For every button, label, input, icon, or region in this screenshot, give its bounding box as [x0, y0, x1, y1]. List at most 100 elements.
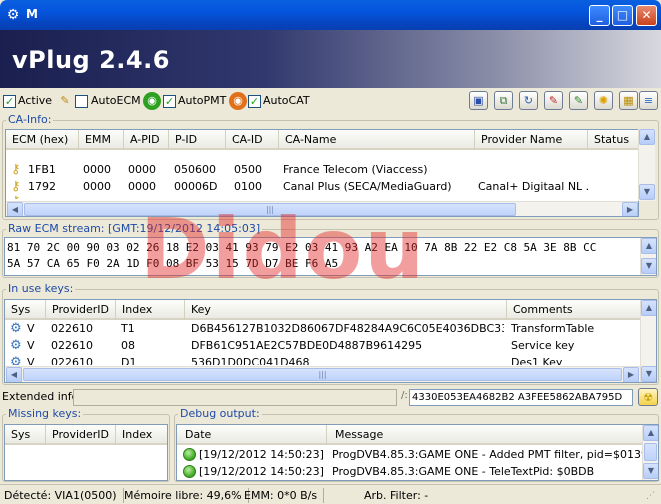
scroll-thumb[interactable]: |||: [23, 368, 622, 381]
key-cell: D6B456127B1032D86067DF48284A9C6C05E4036D…: [191, 322, 504, 335]
table-row[interactable]: ⚷ 1792 0000 0000 00006D 0100 Canal Plus …: [6, 178, 638, 195]
debug-output-table[interactable]: Date Message [19/12/2012 14:50:23] ProgD…: [176, 424, 659, 481]
scroll-up-button[interactable]: ▲: [641, 238, 656, 254]
title-bar[interactable]: ⚙ M _ □ ✕: [0, 0, 661, 30]
scroll-left-button[interactable]: ◀: [7, 202, 23, 216]
col-message[interactable]: Message: [327, 425, 642, 445]
col-sys[interactable]: Sys: [5, 300, 46, 320]
col-apid[interactable]: A-PID: [124, 130, 169, 150]
ca-info-table[interactable]: ECM (hex) EMM A-PID P-ID CA-ID CA-Name P…: [5, 129, 639, 217]
col-provider[interactable]: Provider Name: [475, 130, 588, 150]
raw-ecm-line-2: 5A 57 CA 65 F0 2A 1D F0 08 BF 53 15 7D D…: [7, 257, 339, 270]
provider-cell: Canal+ Digitaal NL ...: [478, 180, 588, 193]
col-providerid[interactable]: ProviderID: [46, 425, 116, 445]
col-sys[interactable]: Sys: [5, 425, 46, 445]
info-icon[interactable]: ▦: [619, 91, 638, 110]
col-ecm[interactable]: ECM (hex): [6, 130, 79, 150]
index-cell: 08: [121, 339, 135, 352]
autopmt-checkbox[interactable]: ✓: [163, 95, 176, 108]
scroll-right-button[interactable]: ▶: [622, 202, 638, 216]
col-caname[interactable]: CA-Name: [279, 130, 475, 150]
scroll-thumb[interactable]: [644, 443, 657, 461]
app-gear-icon[interactable]: ⚙: [5, 7, 21, 23]
table-row[interactable]: ⚙ V 022610 D1 536D1D0DC041D468 Des1 Key: [5, 354, 640, 365]
date-cell: [19/12/2012 14:50:23]: [199, 448, 324, 461]
scroll-up-button[interactable]: ▲: [641, 300, 656, 316]
ca-info-vscrollbar[interactable]: ▲ ▼: [638, 129, 655, 201]
raw-ecm-stream-text[interactable]: 81 70 2C 00 90 03 02 26 18 E2 03 41 93 7…: [4, 237, 657, 276]
radiation-icon[interactable]: ☢: [638, 388, 658, 406]
pid-cell: 050600: [174, 163, 216, 176]
extended-info-value[interactable]: 4330E053EA4682B2 A3FEE5862ABA795D: [409, 389, 633, 406]
scroll-down-button[interactable]: ▼: [639, 184, 655, 200]
col-providerid[interactable]: ProviderID: [46, 300, 116, 320]
in-use-keys-table[interactable]: Sys ProviderID Index Key Comments ⚙ V 02…: [4, 299, 657, 383]
edit-green-icon[interactable]: ✎: [569, 91, 588, 110]
extended-info-field[interactable]: [73, 389, 397, 406]
close-button[interactable]: ✕: [636, 5, 657, 26]
minimize-button[interactable]: _: [589, 5, 610, 26]
col-comments[interactable]: Comments: [507, 300, 640, 320]
log-row[interactable]: [19/12/2012 14:50:23] ProgDVB4.85.3:GAME…: [177, 463, 642, 480]
comment-cell: Service key: [511, 339, 575, 352]
table-row[interactable]: ⚷ 1FB1 0000 0000 050600 0500 France Tele…: [6, 161, 638, 178]
gear-icon: ⚙: [10, 321, 22, 336]
active-label: Active: [18, 94, 53, 107]
maximize-button[interactable]: □: [612, 5, 633, 26]
scroll-down-button[interactable]: ▼: [641, 258, 656, 274]
cat-icon: ◉: [229, 92, 247, 110]
status-detected: Détecté: VIA1(0500): [4, 488, 124, 503]
scroll-down-button[interactable]: ▼: [641, 366, 656, 382]
keys-hscrollbar[interactable]: ◀ ||| ▶: [5, 366, 640, 382]
refresh-icon[interactable]: ↻: [519, 91, 538, 110]
ok-icon: [183, 465, 196, 478]
comment-cell: TransformTable: [511, 322, 595, 335]
ca-info-hscrollbar[interactable]: ◀ ||| ▶: [6, 201, 638, 216]
ca-info-title: CA-Info:: [6, 113, 54, 126]
export-icon[interactable]: ⧉: [494, 91, 513, 110]
autocat-label: AutoCAT: [263, 94, 310, 107]
col-index[interactable]: Index: [116, 300, 185, 320]
resize-grip-icon[interactable]: ⋰: [646, 491, 655, 501]
raw-ecm-timestamp: [GMT:19/12/2012 14:05:03]: [108, 222, 261, 235]
autocat-checkbox[interactable]: ✓: [248, 95, 261, 108]
col-index[interactable]: Index: [116, 425, 167, 445]
scroll-left-button[interactable]: ◀: [6, 367, 22, 382]
gear-icon: ⚙: [10, 338, 22, 353]
scroll-up-button[interactable]: ▲: [639, 129, 655, 145]
sys-cell: V: [27, 322, 35, 335]
database-icon[interactable]: ≡: [639, 91, 658, 110]
raw-ecm-label: Raw ECM stream:: [8, 222, 105, 235]
log-row[interactable]: [19/12/2012 14:50:23] ProgDVB4.85.3:GAME…: [177, 446, 642, 463]
col-pid[interactable]: P-ID: [169, 130, 226, 150]
table-row[interactable]: ⚙ V 022610 T1 D6B456127B1032D86067DF4828…: [5, 320, 640, 337]
edit-red-icon[interactable]: ✎: [544, 91, 563, 110]
extended-info-prefix: /:: [401, 390, 408, 401]
settings-icon[interactable]: ✺: [594, 91, 613, 110]
col-date[interactable]: Date: [177, 425, 327, 445]
table-row[interactable]: ⚙ V 022610 08 DFB61C951AE2C57BDE0D4887B9…: [5, 337, 640, 354]
window-title: M: [26, 7, 38, 21]
scroll-up-button[interactable]: ▲: [643, 425, 658, 441]
col-status[interactable]: Status: [588, 130, 638, 150]
col-emm[interactable]: EMM: [79, 130, 124, 150]
raw-ecm-title: Raw ECM stream: [GMT:19/12/2012 14:05:03…: [6, 222, 263, 235]
col-key[interactable]: Key: [185, 300, 507, 320]
active-checkbox[interactable]: ✓: [3, 95, 16, 108]
apid-cell: 0000: [128, 163, 156, 176]
autoecm-checkbox[interactable]: [75, 95, 88, 108]
missing-keys-title: Missing keys:: [6, 407, 84, 420]
ecm-cell: 1792: [28, 180, 56, 193]
save-icon[interactable]: ▣: [469, 91, 488, 110]
scroll-down-button[interactable]: ▼: [643, 463, 658, 479]
missing-keys-table[interactable]: Sys ProviderID Index: [4, 424, 168, 481]
col-caid[interactable]: CA-ID: [226, 130, 279, 150]
index-cell: D1: [121, 356, 137, 365]
key-cell: 536D1D0DC041D468: [191, 356, 310, 365]
keys-vscrollbar[interactable]: ▲ ▼: [640, 300, 656, 382]
raw-ecm-line-1: 81 70 2C 00 90 03 02 26 18 E2 03 41 93 7…: [7, 241, 597, 254]
scroll-right-button[interactable]: ▶: [623, 367, 639, 382]
scroll-thumb[interactable]: |||: [24, 203, 516, 216]
debug-vscrollbar[interactable]: ▲ ▼: [642, 425, 658, 480]
raw-ecm-vscrollbar[interactable]: ▲ ▼: [640, 238, 656, 275]
